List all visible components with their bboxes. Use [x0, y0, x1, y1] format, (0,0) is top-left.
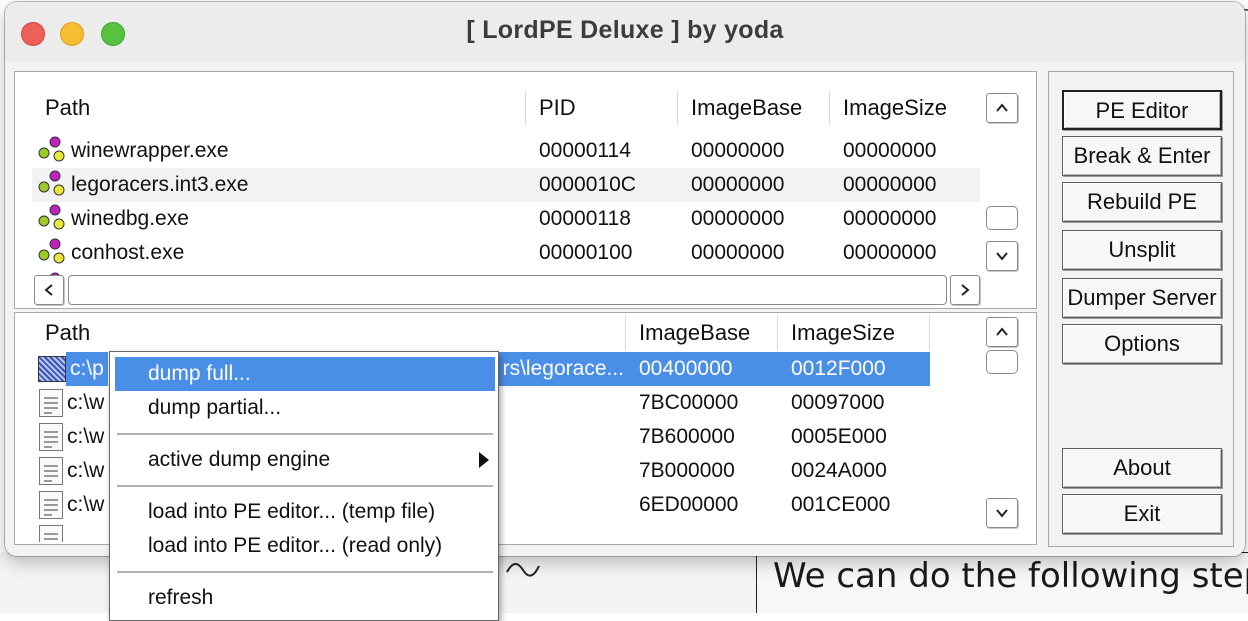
module-imagebase: 7BC00000: [639, 391, 739, 414]
process-row[interactable]: conhost.exe 00000100 00000000 00000000: [32, 236, 980, 270]
process-list: Path PID ImageBase ImageSize winewrapper…: [32, 91, 980, 275]
process-row[interactable]: legoracers.int3.exe 0000010C 00000000 00…: [32, 168, 980, 202]
menu-separator: [117, 571, 493, 574]
process-path: legoracers.int3.exe: [71, 173, 249, 196]
exit-button[interactable]: Exit: [1062, 494, 1222, 534]
menu-item-load-read-only[interactable]: load into PE editor... (read only): [115, 529, 495, 563]
dumper-server-button[interactable]: Dumper Server: [1062, 278, 1222, 318]
process-imagesize: 00000000: [843, 173, 937, 196]
module-list-header: Path ImageBase ImageSize: [32, 316, 980, 352]
module-imagebase: 7B600000: [639, 425, 735, 448]
column-header-imagebase[interactable]: ImageBase: [626, 316, 778, 350]
submenu-arrow-icon: [479, 452, 489, 468]
module-imagesize: 0005E000: [791, 425, 887, 448]
options-button[interactable]: Options: [1062, 324, 1222, 364]
menu-item-active-dump-engine[interactable]: active dump engine: [115, 443, 495, 477]
menu-separator: [117, 485, 493, 488]
process-scroll-left-button[interactable]: [34, 275, 64, 305]
module-path-start: c:\p: [66, 352, 108, 386]
file-icon: [39, 423, 63, 451]
process-icon: [38, 136, 65, 162]
module-imagesize: 00097000: [791, 391, 885, 414]
process-path: winewrapper.exe: [71, 139, 229, 162]
module-imagesize: 0024A000: [791, 459, 887, 482]
file-icon: [39, 389, 63, 417]
column-header-pid[interactable]: PID: [526, 91, 678, 125]
process-path: winedbg.exe: [71, 207, 189, 230]
process-list-panel: Path PID ImageBase ImageSize winewrapper…: [14, 71, 1037, 309]
process-imagebase: 00000000: [691, 241, 785, 264]
module-scroll-down-button[interactable]: [986, 498, 1018, 528]
process-imagebase: 00000000: [691, 139, 785, 162]
process-icon: [38, 204, 65, 230]
file-icon: [39, 491, 63, 519]
process-row[interactable]: winedbg.exe 00000118 00000000 00000000: [32, 202, 980, 236]
menu-item-refresh[interactable]: refresh: [115, 581, 495, 615]
module-path-start: c:\w: [67, 391, 105, 414]
chevron-left-icon: [44, 284, 53, 296]
process-hscroll-thumb[interactable]: [68, 275, 947, 305]
file-icon: [39, 457, 63, 485]
menu-item-dump-full[interactable]: dump full...: [115, 357, 495, 391]
process-path: conhost.exe: [71, 241, 185, 264]
process-row[interactable]: winewrapper.exe 00000114 00000000 000000…: [32, 134, 980, 168]
process-pid: 0000010C: [539, 173, 636, 196]
column-header-imagesize[interactable]: ImageSize: [778, 316, 930, 350]
process-scroll-down-button[interactable]: [986, 241, 1018, 271]
column-header-imagebase[interactable]: ImageBase: [678, 91, 830, 125]
module-scroll-up-button[interactable]: [986, 317, 1018, 347]
process-pid: 00000100: [539, 241, 633, 264]
about-button[interactable]: About: [1062, 448, 1222, 488]
process-scroll-thumb[interactable]: [986, 206, 1018, 230]
unsplit-button[interactable]: Unsplit: [1062, 230, 1222, 270]
module-path-start: c:\w: [67, 459, 105, 482]
chevron-down-icon: [996, 252, 1008, 261]
title-bar[interactable]: [ LordPE Deluxe ] by yoda: [5, 2, 1245, 62]
rebuild-pe-button[interactable]: Rebuild PE: [1062, 182, 1222, 222]
module-path-end: rs\legorace...: [496, 352, 626, 386]
column-header-path[interactable]: Path: [32, 316, 626, 350]
menu-item-label: active dump engine: [148, 448, 331, 471]
window-title: [ LordPE Deluxe ] by yoda: [466, 16, 784, 44]
executable-icon: [38, 356, 66, 382]
process-icon: [38, 170, 65, 196]
chevron-up-icon: [996, 327, 1008, 336]
chevron-down-icon: [996, 509, 1008, 518]
module-imagebase: 6ED00000: [639, 493, 739, 516]
file-icon: [39, 525, 63, 542]
module-path-start: c:\w: [67, 425, 105, 448]
module-scroll-thumb[interactable]: [986, 350, 1018, 374]
process-scroll-right-button[interactable]: [950, 275, 980, 305]
process-scroll-up-button[interactable]: [986, 93, 1018, 123]
process-imagesize: 00000000: [843, 241, 937, 264]
module-imagebase: 00400000: [626, 352, 778, 386]
process-imagebase: 00000000: [691, 173, 785, 196]
module-path-start: c:\w: [67, 493, 105, 516]
process-pid: 00000114: [539, 139, 631, 162]
scribble-graphic: [506, 563, 540, 577]
menu-item-dump-partial[interactable]: dump partial...: [115, 391, 495, 425]
module-imagesize: 001CE000: [791, 493, 891, 516]
break-enter-button[interactable]: Break & Enter: [1062, 136, 1222, 176]
process-imagesize: 00000000: [843, 139, 937, 162]
action-button-panel: PE Editor Break & Enter Rebuild PE Unspl…: [1048, 71, 1234, 547]
chevron-right-icon: [961, 284, 970, 296]
process-icon: [38, 238, 65, 264]
module-imagesize: 0012F000: [778, 352, 930, 386]
module-imagebase: 7B000000: [639, 459, 735, 482]
menu-item-load-temp-file[interactable]: load into PE editor... (temp file): [115, 495, 495, 529]
menu-separator: [117, 433, 493, 436]
column-header-path[interactable]: Path: [32, 91, 526, 125]
process-imagesize: 00000000: [843, 207, 937, 230]
column-header-imagesize[interactable]: ImageSize: [830, 91, 980, 125]
chevron-up-icon: [996, 103, 1008, 112]
process-imagebase: 00000000: [691, 207, 785, 230]
pe-editor-button[interactable]: PE Editor: [1062, 90, 1222, 130]
process-list-header: Path PID ImageBase ImageSize: [32, 91, 980, 127]
background-caption: We can do the following step: [773, 556, 1248, 596]
module-context-menu: dump full... dump partial... active dump…: [109, 351, 499, 621]
process-pid: 00000118: [539, 207, 631, 230]
